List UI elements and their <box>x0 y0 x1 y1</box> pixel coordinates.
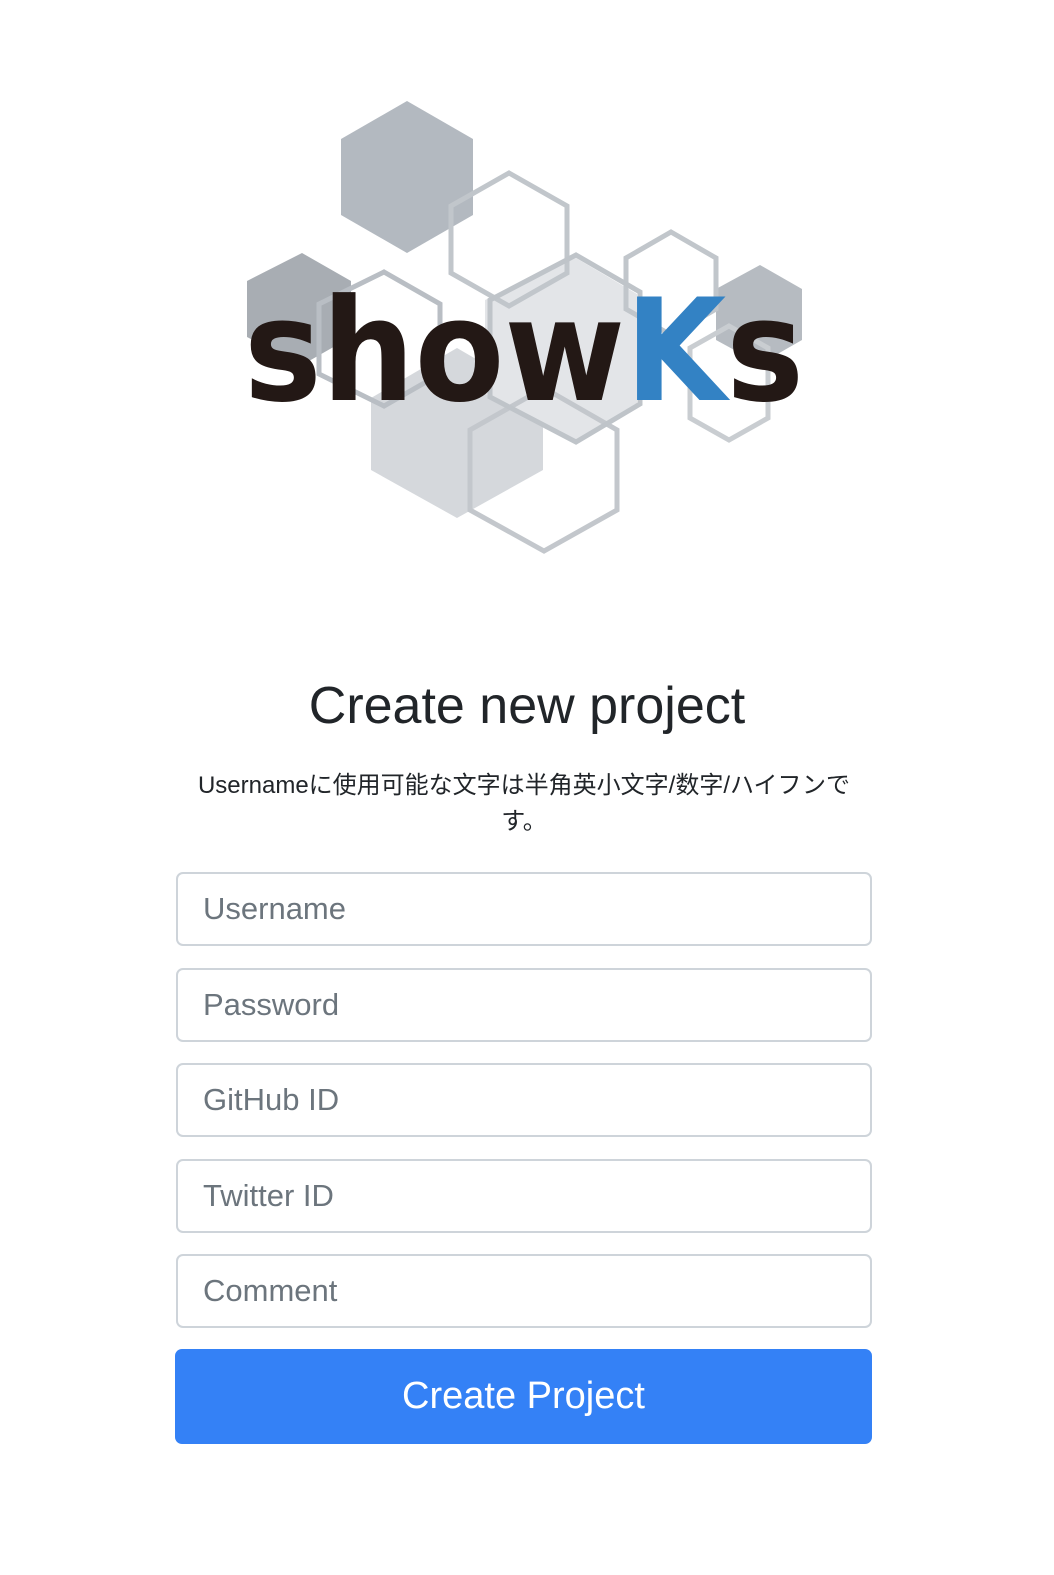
logo-wordmark: showKs <box>244 269 804 434</box>
showks-logo: showKs <box>0 0 1054 600</box>
create-project-form <box>176 872 872 1350</box>
page-title: Create new project <box>308 677 746 735</box>
password-input[interactable] <box>176 967 872 1042</box>
logo-wordmark-s: s <box>726 269 804 434</box>
logo-wordmark-show: show <box>244 269 625 434</box>
username-input[interactable] <box>176 872 872 946</box>
create-project-button[interactable]: Create Project <box>175 1349 872 1444</box>
github-id-input[interactable] <box>176 1063 872 1137</box>
twitter-id-input[interactable] <box>176 1158 872 1233</box>
comment-input[interactable] <box>176 1254 872 1328</box>
logo-wordmark-k: K <box>625 269 731 434</box>
showks-logo-graphic: showKs <box>244 101 804 554</box>
username-hint: Usernameに使用可能な文字は半角英小文字/数字/ハイフンです。 <box>197 772 851 835</box>
